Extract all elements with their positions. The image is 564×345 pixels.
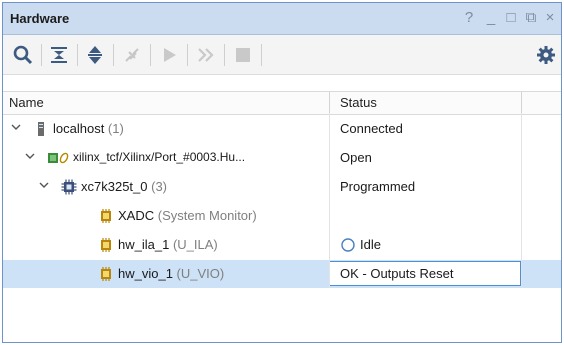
debug-core-icon [101, 238, 111, 252]
search-icon[interactable] [11, 43, 35, 67]
run-icon[interactable] [157, 43, 181, 67]
status-cell: OK - Outputs Reset [340, 266, 454, 281]
debug-core-icon [101, 209, 111, 223]
chevron-down-icon[interactable] [25, 150, 35, 162]
fpga-chip-icon [61, 179, 77, 195]
tree-node-label: hw_vio_1 [118, 266, 173, 281]
tree-row-hw-vio[interactable]: hw_vio_1 (U_VIO) OK - Outputs Reset [3, 260, 561, 288]
status-cell: Open [340, 150, 372, 165]
settings-icon[interactable] [534, 43, 558, 67]
help-icon[interactable]: ? [458, 7, 480, 29]
column-divider [329, 113, 330, 288]
hardware-panel: Hardware ? _ □ ⧉ × Name Status localhost… [2, 2, 562, 343]
stop-icon[interactable] [231, 43, 255, 67]
minimize-icon[interactable]: _ [480, 7, 502, 29]
status-cell: Connected [340, 121, 403, 136]
tree-node-label: localhost [53, 121, 105, 136]
expand-all-icon[interactable] [83, 43, 107, 67]
chevron-down-icon[interactable] [11, 121, 21, 133]
auto-connect-icon[interactable] [120, 43, 144, 67]
panel-titlebar: Hardware ? _ □ ⧉ × [3, 3, 561, 35]
tree-node-label: hw_ila_1 [118, 237, 170, 252]
tree-node-count: (3) [147, 179, 167, 194]
link-icon [59, 152, 69, 164]
maximize-icon[interactable]: □ [500, 7, 522, 29]
server-icon [38, 122, 44, 136]
chevron-down-icon[interactable] [39, 179, 49, 191]
tree-row-xadc[interactable]: XADC (System Monitor) [3, 202, 561, 230]
debug-core-icon [101, 267, 111, 281]
tree-node-label: XADC [118, 208, 155, 223]
tree-node-detail: (U_VIO) [172, 266, 225, 281]
tree-row-hw-ila[interactable]: hw_ila_1 (U_ILA) Idle [3, 231, 561, 259]
status-cell: Idle [360, 237, 381, 252]
collapse-all-icon[interactable] [47, 43, 71, 67]
tree-node-detail: (U_ILA) [169, 237, 218, 252]
column-header-name[interactable]: Name [9, 95, 44, 110]
tree-row-device[interactable]: xc7k325t_0 (3) Programmed [3, 173, 561, 201]
tree-node-label: xilinx_tcf/Xilinx/Port_#0003.Hu... [73, 150, 246, 164]
tree-node-detail: (System Monitor) [154, 208, 257, 223]
status-cell: Programmed [340, 179, 416, 194]
column-divider [521, 113, 522, 288]
tree-row-xilinx-tcf[interactable]: xilinx_tcf/Xilinx/Port_#0003.Hu... Open [3, 144, 561, 172]
run-all-icon[interactable] [194, 43, 218, 67]
tree-node-label: xc7k325t_0 [81, 179, 148, 194]
tree-node-count: (1) [104, 121, 124, 136]
tree-row-localhost[interactable]: localhost (1) Connected [3, 115, 561, 143]
toolbar [3, 35, 561, 75]
table-header: Name Status [3, 91, 561, 115]
close-icon[interactable]: × [539, 7, 561, 29]
panel-title: Hardware [10, 11, 70, 26]
idle-status-icon [341, 238, 355, 252]
column-header-status[interactable]: Status [340, 95, 377, 110]
